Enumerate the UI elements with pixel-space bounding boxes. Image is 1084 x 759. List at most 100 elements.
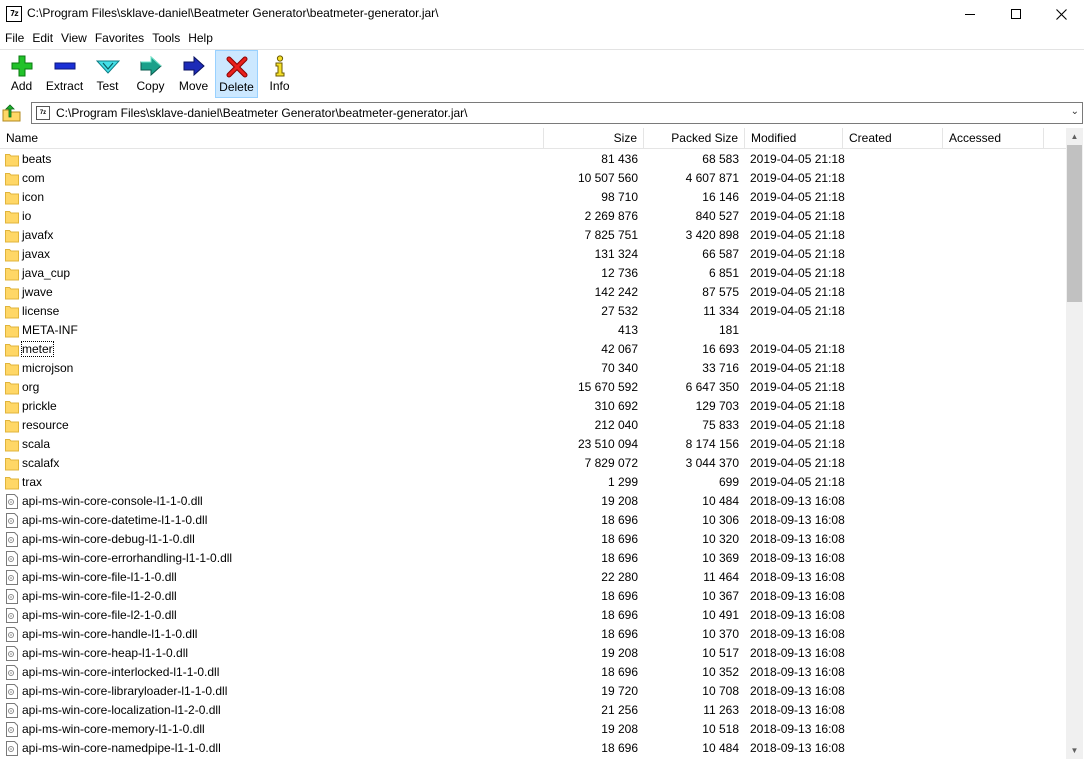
table-row[interactable]: api-ms-win-core-errorhandling-l1-1-0.dll…: [0, 549, 1066, 568]
table-row[interactable]: javax 131 324 66 587 2019-04-05 21:18: [0, 245, 1066, 264]
file-size: 310 692: [594, 399, 638, 413]
add-button[interactable]: Add: [0, 50, 43, 98]
menu-file[interactable]: File: [1, 28, 28, 48]
file-name-text: api-ms-win-core-localization-l1-2-0.dll: [22, 703, 221, 717]
packed-size: 4 607 871: [685, 171, 739, 185]
packed-size: 16 693: [702, 342, 739, 356]
chevron-down-icon[interactable]: ⌄: [1071, 106, 1079, 117]
maximize-button[interactable]: [993, 0, 1039, 28]
test-check-icon: [95, 54, 121, 78]
table-row[interactable]: api-ms-win-core-console-l1-1-0.dll 19 208…: [0, 492, 1066, 511]
delete-button[interactable]: Delete: [215, 50, 258, 98]
file-name: api-ms-win-core-namedpipe-l1-1-0.dll: [22, 739, 542, 758]
table-row[interactable]: api-ms-win-core-handle-l1-1-0.dll 18 696 1…: [0, 625, 1066, 644]
menu-view[interactable]: View: [57, 28, 91, 48]
delete-label: Delete: [219, 80, 254, 94]
file-name: api-ms-win-core-console-l1-1-0.dll: [22, 492, 542, 511]
file-name: microjson: [22, 359, 542, 378]
table-row[interactable]: trax 1 299 699 2019-04-05 21:18: [0, 473, 1066, 492]
add-label: Add: [10, 79, 33, 93]
close-button[interactable]: [1038, 0, 1084, 28]
table-row[interactable]: api-ms-win-core-interlocked-l1-1-0.dll 18…: [0, 663, 1066, 682]
scroll-up-icon[interactable]: ▲: [1066, 128, 1083, 145]
table-row[interactable]: resource 212 040 75 833 2019-04-05 21:18: [0, 416, 1066, 435]
table-row[interactable]: microjson 70 340 33 716 2019-04-05 21:18: [0, 359, 1066, 378]
file-name-text: prickle: [22, 399, 57, 413]
column-header-size[interactable]: Size: [544, 128, 644, 149]
up-folder-button[interactable]: [2, 104, 22, 122]
extract-button[interactable]: Extract: [43, 50, 86, 98]
address-field[interactable]: 7z C:\Program Files\sklave-daniel\Beatme…: [31, 102, 1083, 124]
table-row[interactable]: java_cup 12 736 6 851 2019-04-05 21:18: [0, 264, 1066, 283]
table-row[interactable]: org 15 670 592 6 647 350 2019-04-05 21:18: [0, 378, 1066, 397]
packed-size: 8 174 156: [685, 437, 739, 451]
table-row[interactable]: api-ms-win-core-datetime-l1-1-0.dll 18 69…: [0, 511, 1066, 530]
folder-icon: [5, 247, 19, 262]
table-row[interactable]: prickle 310 692 129 703 2019-04-05 21:18: [0, 397, 1066, 416]
packed-size: 3 420 898: [685, 228, 739, 242]
column-header-created[interactable]: Created: [843, 128, 943, 149]
file-size: 19 208: [601, 722, 638, 736]
modified-date: 2018-09-13 16:08: [750, 646, 845, 660]
table-row[interactable]: license 27 532 11 334 2019-04-05 21:18: [0, 302, 1066, 321]
table-row[interactable]: api-ms-win-core-memory-l1-1-0.dll 19 208 1…: [0, 720, 1066, 739]
move-button[interactable]: Move: [172, 50, 215, 98]
table-row[interactable]: META-INF 413 181: [0, 321, 1066, 340]
file-name: api-ms-win-core-debug-l1-1-0.dll: [22, 530, 542, 549]
table-row[interactable]: api-ms-win-core-heap-l1-1-0.dll 19 208 10 …: [0, 644, 1066, 663]
table-row[interactable]: scala 23 510 094 8 174 156 2019-04-05 21:18: [0, 435, 1066, 454]
file-name-text: trax: [22, 475, 43, 489]
file-name: icon: [22, 188, 542, 207]
table-row[interactable]: api-ms-win-core-file-l1-2-0.dll 18 696 10 …: [0, 587, 1066, 606]
menu-tools[interactable]: Tools: [148, 28, 184, 48]
table-row[interactable]: scalafx 7 829 072 3 044 370 2019-04-05 21:1…: [0, 454, 1066, 473]
vertical-scrollbar[interactable]: ▲ ▼: [1066, 128, 1083, 759]
copy-button[interactable]: Copy: [129, 50, 172, 98]
table-row[interactable]: beats 81 436 68 583 2019-04-05 21:18: [0, 150, 1066, 169]
menu-favorites[interactable]: Favorites: [91, 28, 148, 48]
table-row[interactable]: jwave 142 242 87 575 2019-04-05 21:18: [0, 283, 1066, 302]
file-name-text: license: [22, 304, 60, 318]
table-row[interactable]: meter 42 067 16 693 2019-04-05 21:18: [0, 340, 1066, 359]
folder-icon: [5, 190, 19, 205]
info-button[interactable]: Info: [258, 50, 301, 98]
address-path: C:\Program Files\sklave-daniel\Beatmeter…: [56, 106, 468, 120]
scroll-thumb[interactable]: [1067, 145, 1082, 302]
table-row[interactable]: api-ms-win-core-file-l2-1-0.dll 18 696 10 …: [0, 606, 1066, 625]
file-size: 19 208: [601, 646, 638, 660]
table-row[interactable]: api-ms-win-core-debug-l1-1-0.dll 18 696 10…: [0, 530, 1066, 549]
file-name: api-ms-win-core-memory-l1-1-0.dll: [22, 720, 542, 739]
scroll-down-icon[interactable]: ▼: [1066, 742, 1083, 759]
modified-date: 2019-04-05 21:18: [750, 456, 845, 470]
column-header-packed-size[interactable]: Packed Size: [644, 128, 745, 149]
app-icon: 7z: [6, 6, 22, 22]
file-name-text: jwave: [22, 285, 53, 299]
column-header-modified[interactable]: Modified: [745, 128, 843, 149]
folder-icon: [5, 437, 19, 452]
file-size: 81 436: [601, 152, 638, 166]
file-name: prickle: [22, 397, 542, 416]
column-header-accessed[interactable]: Accessed: [943, 128, 1044, 149]
table-row[interactable]: icon 98 710 16 146 2019-04-05 21:18: [0, 188, 1066, 207]
table-row[interactable]: api-ms-win-core-namedpipe-l1-1-0.dll 18 6…: [0, 739, 1066, 758]
test-button[interactable]: Test: [86, 50, 129, 98]
menu-help[interactable]: Help: [184, 28, 217, 48]
table-row[interactable]: javafx 7 825 751 3 420 898 2019-04-05 21:18: [0, 226, 1066, 245]
modified-date: 2018-09-13 16:08: [750, 551, 845, 565]
folder-icon: [5, 380, 19, 395]
table-row[interactable]: api-ms-win-core-file-l1-1-0.dll 22 280 11 …: [0, 568, 1066, 587]
packed-size: 11 464: [703, 570, 739, 584]
minimize-button[interactable]: [947, 0, 993, 28]
folder-icon: [5, 152, 19, 167]
archive-icon: 7z: [36, 106, 50, 120]
menu-edit[interactable]: Edit: [28, 28, 57, 48]
table-row[interactable]: api-ms-win-core-localization-l1-2-0.dll 2…: [0, 701, 1066, 720]
file-name-text: resource: [22, 418, 69, 432]
table-row[interactable]: com 10 507 560 4 607 871 2019-04-05 21:18: [0, 169, 1066, 188]
table-row[interactable]: io 2 269 876 840 527 2019-04-05 21:18: [0, 207, 1066, 226]
file-name: api-ms-win-core-file-l1-1-0.dll: [22, 568, 542, 587]
file-name: scala: [22, 435, 542, 454]
column-header-name[interactable]: Name: [0, 128, 544, 149]
table-row[interactable]: api-ms-win-core-libraryloader-l1-1-0.dll…: [0, 682, 1066, 701]
modified-date: 2019-04-05 21:18: [750, 247, 845, 261]
